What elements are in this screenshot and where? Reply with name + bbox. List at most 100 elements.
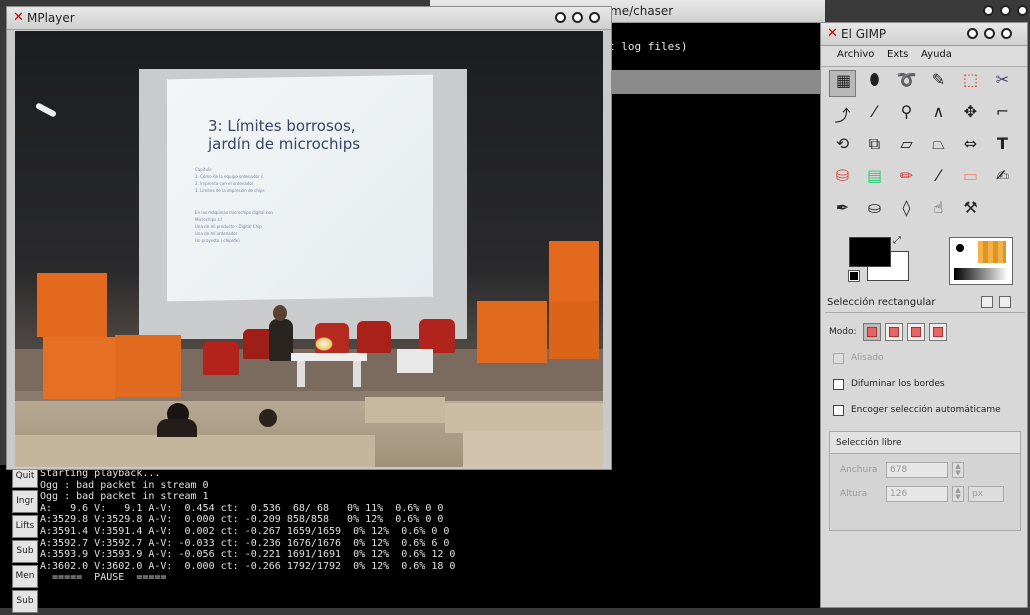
measure-icon[interactable]: ∧	[925, 102, 952, 129]
autoshrink-checkbox[interactable]	[833, 405, 844, 416]
panel-restore-icon[interactable]	[981, 296, 993, 308]
color-picker-icon[interactable]: ⁄	[861, 102, 888, 129]
foreground-color-swatch[interactable]	[849, 237, 891, 267]
shear-icon[interactable]: ▱	[893, 134, 920, 161]
orange-block	[37, 273, 107, 337]
color-select-icon[interactable]: ⬚	[957, 70, 984, 97]
mplayer-titlebar[interactable]: ✕ MPlayer	[7, 7, 611, 30]
slide-body-text: Capítulo 1. Cómo de la equipo ordenador …	[195, 167, 265, 193]
console-button[interactable]: Men	[12, 565, 38, 588]
audience-head	[259, 409, 277, 427]
panel-close-icon[interactable]	[999, 296, 1011, 308]
crop-icon[interactable]: ⌐	[989, 102, 1016, 129]
default-colors-icon[interactable]	[848, 270, 860, 282]
rotate-icon[interactable]: ⟲	[829, 134, 856, 161]
eraser-icon[interactable]: ▭	[957, 166, 984, 193]
console-button[interactable]: Sub	[12, 590, 38, 613]
tool-options-title-text: Selección rectangular	[827, 297, 936, 308]
paths-icon[interactable]: ⤴	[829, 102, 856, 129]
paintbrush-icon[interactable]: ⁄	[925, 166, 952, 193]
pencil-icon[interactable]: ✏	[893, 166, 920, 193]
flip-icon[interactable]: ⇔	[957, 134, 984, 161]
maximize-icon[interactable]	[1000, 5, 1011, 16]
gimp-toolbox-window[interactable]: ✕ El GIMP Archivo Exts Ayuda ▦ ⬮ ➰ ✎ ⬚ ✂ ⤴ ⁄ ⚲ ∧ ✥…	[820, 22, 1028, 608]
ellipse-select-icon[interactable]: ⬮	[861, 70, 888, 97]
minimize-icon[interactable]	[983, 5, 994, 16]
scale-icon[interactable]: ⧉	[861, 134, 888, 161]
width-input[interactable]: 678	[886, 462, 948, 478]
height-input[interactable]: 126	[886, 486, 948, 502]
dodge-burn-icon[interactable]: ⚒	[957, 198, 984, 225]
speaker-head	[273, 305, 287, 321]
mplayer-console[interactable]: Quit Ingr Lifts Sub Men Sub Starting pla…	[0, 465, 820, 613]
mode-add-button[interactable]	[885, 323, 903, 341]
perspective-icon[interactable]: ⏢	[925, 134, 952, 161]
seat-back	[365, 397, 445, 423]
menu-exts[interactable]: Exts	[887, 49, 908, 60]
height-label: Altura	[840, 489, 868, 499]
autoshrink-option[interactable]: Encoger selección automáticame	[825, 399, 1025, 425]
rect-select-icon[interactable]: ▦	[829, 70, 856, 97]
close-icon[interactable]	[1001, 28, 1012, 39]
console-button[interactable]: Lifts	[12, 515, 38, 538]
menu-archivo[interactable]: Archivo	[837, 49, 874, 60]
scissors-icon[interactable]: ✂	[989, 70, 1016, 97]
fuzzy-select-icon[interactable]: ✎	[925, 70, 952, 97]
height-spinner-icon[interactable]: ▲ ▼	[952, 486, 964, 502]
close-icon[interactable]	[1017, 5, 1028, 16]
console-button[interactable]: Sub	[12, 540, 38, 563]
close-icon[interactable]	[589, 12, 600, 23]
maximize-icon[interactable]	[984, 28, 995, 39]
zoom-icon[interactable]: ⚲	[893, 102, 920, 129]
red-chair	[419, 319, 455, 353]
feather-checkbox[interactable]	[833, 379, 844, 390]
pattern-preview[interactable]	[978, 241, 1006, 263]
smudge-icon[interactable]: ☝	[925, 198, 952, 225]
width-spinner-icon[interactable]: ▲ ▼	[952, 462, 964, 478]
free-selection-toggle[interactable]: Selección libre	[830, 432, 1020, 454]
bucket-fill-icon[interactable]: ⛁	[829, 166, 856, 193]
autoshrink-label: Encoger selección automáticame	[851, 405, 1001, 415]
orange-block	[477, 301, 547, 363]
lasso-icon[interactable]: ➰	[893, 70, 920, 97]
video-frame[interactable]: 3: Límites borrosos, jardín de microchip…	[15, 31, 603, 467]
feather-option[interactable]: Difuminar los bordes	[825, 373, 1025, 399]
text-icon[interactable]: T	[989, 134, 1016, 161]
move-icon[interactable]: ✥	[957, 102, 984, 129]
mode-intersect-button[interactable]	[929, 323, 947, 341]
mplayer-window[interactable]: ✕ MPlayer 3: Límites borrosos, jardín de…	[6, 6, 612, 470]
blend-icon[interactable]: ▤	[861, 166, 888, 193]
white-table	[291, 353, 367, 361]
gimp-title: El GIMP	[841, 27, 887, 41]
seat-back	[463, 431, 603, 467]
slide-heading: 3: Límites borrosos,	[208, 117, 356, 135]
free-selection-frame: Selección libre Anchura 678 ▲ ▼ Altura 12…	[829, 431, 1021, 531]
gimp-titlebar[interactable]: ✕ El GIMP	[821, 23, 1027, 46]
console-button[interactable]: Ingr	[12, 490, 38, 513]
ink-icon[interactable]: ✒	[829, 198, 856, 225]
mode-replace-button[interactable]	[863, 323, 881, 341]
menu-ayuda[interactable]: Ayuda	[921, 49, 952, 60]
unit-select[interactable]: px	[968, 486, 1004, 502]
slide-heading: jardín de microchips	[208, 135, 361, 153]
airbrush-icon[interactable]: ✍	[989, 166, 1016, 193]
feather-label: Difuminar los bordes	[851, 379, 945, 389]
antialias-option[interactable]: Alisado	[825, 347, 1025, 373]
antialias-checkbox[interactable]	[833, 353, 844, 364]
tool-options-title: Selección rectangular	[825, 293, 1025, 313]
minimize-icon[interactable]	[555, 12, 566, 23]
orange-block	[549, 301, 599, 359]
brush-preview[interactable]	[956, 244, 964, 252]
minimize-icon[interactable]	[967, 28, 978, 39]
seat-back	[445, 403, 603, 433]
white-table-leg	[353, 361, 361, 387]
mode-subtract-button[interactable]	[907, 323, 925, 341]
gradient-preview[interactable]	[954, 268, 1008, 280]
clone-icon[interactable]: ⛀	[861, 198, 888, 225]
brush-pattern-gradient-area[interactable]	[949, 237, 1013, 285]
maximize-icon[interactable]	[572, 12, 583, 23]
blur-icon[interactable]: ◊	[893, 198, 920, 225]
white-table	[397, 349, 433, 373]
mode-label: Modo:	[829, 327, 857, 337]
swap-colors-icon[interactable]: ⤢	[893, 235, 901, 246]
